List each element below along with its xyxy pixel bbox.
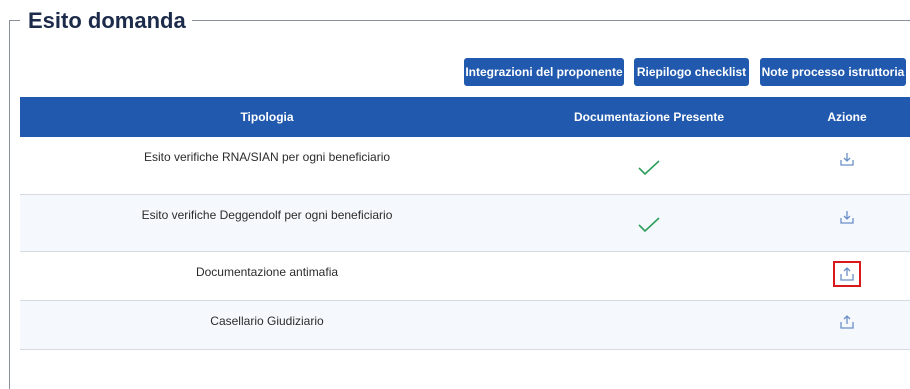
download-icon bbox=[840, 153, 854, 166]
row-tipologia: Documentazione antimafia bbox=[195, 264, 339, 279]
header-tipologia: Tipologia bbox=[240, 110, 294, 124]
note-processo-istruttoria-button[interactable]: Note processo istruttoria bbox=[760, 58, 906, 86]
integrazioni-proponente-button[interactable]: Integrazioni del proponente bbox=[464, 58, 624, 86]
table-header-row: Tipologia Documentazione Presente Azione bbox=[20, 97, 910, 137]
download-button[interactable] bbox=[836, 148, 858, 170]
table-row: Esito verifiche Deggendolf per ogni bene… bbox=[20, 194, 910, 252]
download-button[interactable] bbox=[836, 206, 858, 228]
section-title: Esito domanda bbox=[20, 8, 192, 34]
header-documentazione-presente: Documentazione Presente bbox=[573, 110, 725, 124]
riepilogo-checklist-button[interactable]: Riepilogo checklist bbox=[634, 58, 749, 86]
upload-icon bbox=[840, 314, 854, 329]
row-tipologia: Casellario Giudiziario bbox=[210, 313, 324, 328]
download-icon bbox=[840, 210, 854, 224]
upload-button[interactable] bbox=[836, 311, 858, 333]
table-row: Documentazione antimafia bbox=[20, 251, 910, 301]
row-tipologia: Esito verifiche Deggendolf per ogni bene… bbox=[141, 207, 393, 222]
check-icon bbox=[637, 159, 661, 180]
header-azione: Azione bbox=[827, 110, 867, 124]
upload-icon bbox=[840, 266, 854, 281]
check-icon bbox=[637, 216, 661, 237]
row-tipologia: Esito verifiche RNA/SIAN per ogni benefi… bbox=[143, 150, 391, 165]
toolbar: Integrazioni del proponente Riepilogo ch… bbox=[0, 58, 910, 86]
documents-table: Tipologia Documentazione Presente Azione… bbox=[20, 97, 910, 350]
table-row: Casellario Giudiziario bbox=[20, 300, 910, 350]
upload-button[interactable] bbox=[833, 260, 861, 287]
table-row: Esito verifiche RNA/SIAN per ogni benefi… bbox=[20, 137, 910, 195]
